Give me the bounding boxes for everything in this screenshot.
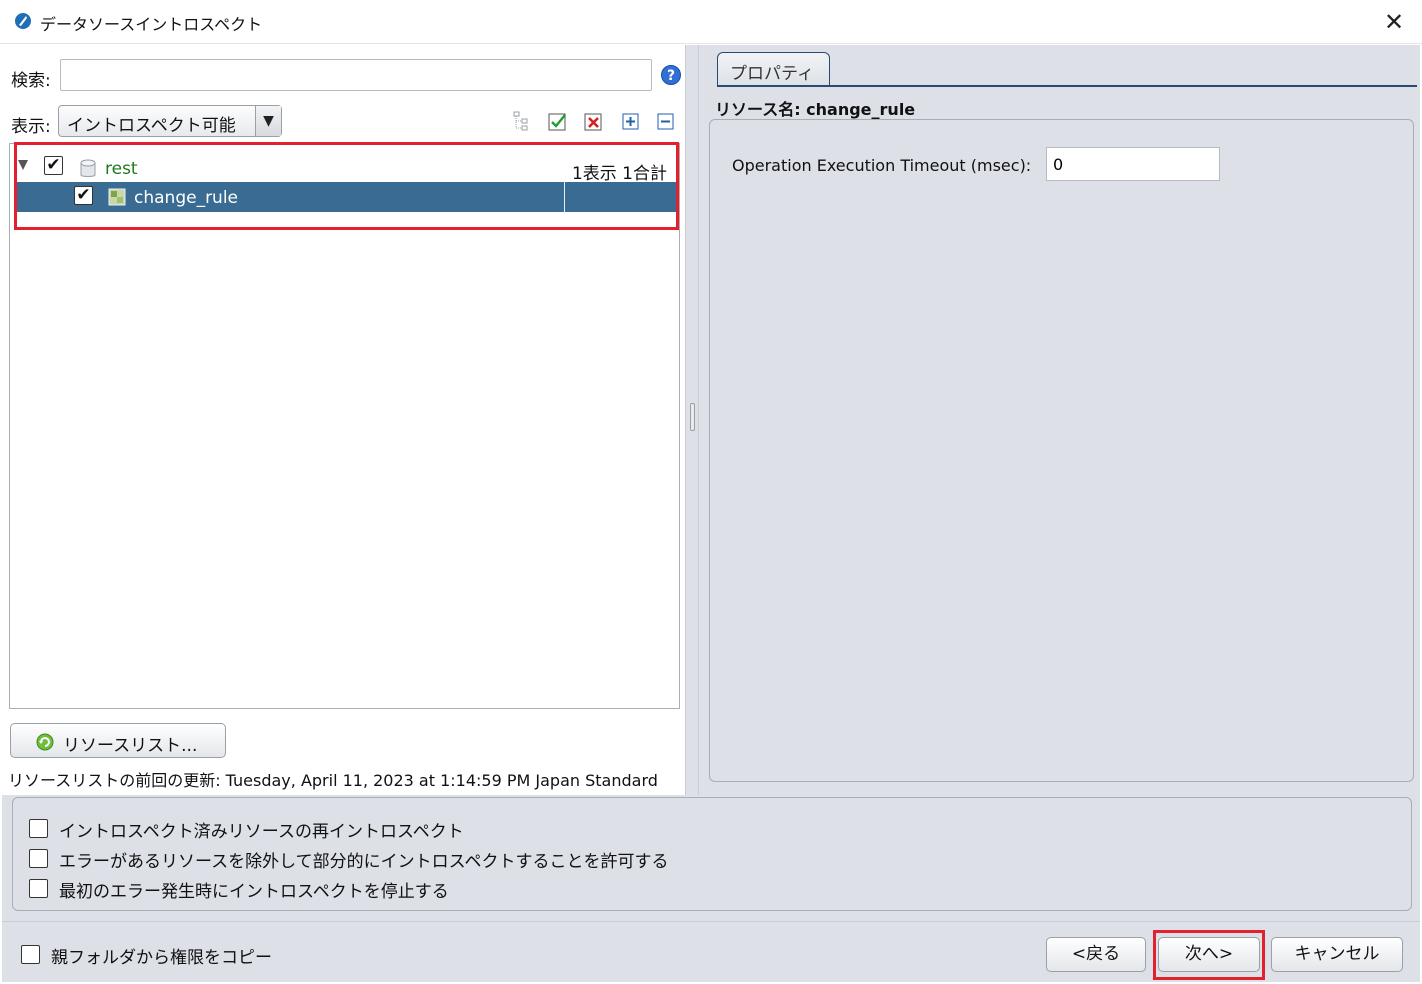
column-divider bbox=[564, 182, 565, 212]
display-filter-value: イントロスペクト可能 bbox=[67, 116, 236, 136]
tree-item-label: change_rule bbox=[134, 188, 239, 208]
partial-introspect-checkbox[interactable] bbox=[29, 849, 48, 868]
cancel-button[interactable]: キャンセル bbox=[1271, 937, 1403, 972]
tree-item-label: rest bbox=[105, 159, 138, 179]
expand-arrow-icon[interactable] bbox=[18, 160, 28, 170]
stop-on-error-checkbox[interactable] bbox=[29, 879, 48, 898]
option-label: エラーがあるリソースを除外して部分的にイントロスペクトすることを許可する bbox=[59, 852, 669, 872]
tree-row-rest[interactable]: ✔ rest 1表示 1合計 bbox=[10, 152, 679, 184]
display-filter-select[interactable]: イントロスペクト可能 ▼ bbox=[58, 105, 282, 137]
option-label: イントロスペクト済みリソースの再イントロスペクト bbox=[59, 822, 464, 842]
search-input[interactable] bbox=[60, 59, 652, 91]
display-label: 表示: bbox=[11, 117, 51, 137]
copy-permissions-checkbox[interactable] bbox=[21, 945, 40, 964]
tree-row-change-rule[interactable]: ✔ change_rule bbox=[16, 182, 678, 212]
uncheck-all-icon[interactable] bbox=[584, 111, 604, 131]
resource-tree: ✔ rest 1表示 1合計 ✔ change_rule bbox=[9, 143, 680, 709]
resource-name-heading: リソース名: change_rule bbox=[715, 100, 916, 119]
splitter-handle[interactable] bbox=[690, 403, 695, 431]
options-panel: イントロスペクト済みリソースの再イントロスペクト エラーがあるリソースを除外して… bbox=[12, 797, 1412, 911]
option-label: 最初のエラー発生時にイントロスペクトを停止する bbox=[59, 882, 449, 902]
check-all-icon[interactable] bbox=[548, 111, 568, 131]
right-pane: プロパティ リソース名: change_rule Operation Execu… bbox=[699, 45, 1420, 795]
last-update-text: リソースリストの前回の更新: Tuesday, April 11, 2023 a… bbox=[8, 771, 658, 790]
refresh-icon bbox=[36, 733, 54, 751]
dialog-body: 検索: ? 表示: イントロスペクト可能 ▼ ✔ rest 1表示 1合計 ✔ … bbox=[2, 45, 1420, 982]
reintrospect-checkbox[interactable] bbox=[29, 819, 48, 838]
table-icon bbox=[108, 188, 126, 206]
database-icon bbox=[80, 159, 96, 177]
timeout-input[interactable] bbox=[1046, 147, 1220, 181]
expand-all-icon[interactable] bbox=[621, 111, 641, 131]
title-bar: データソースイントロスペクト ✕ bbox=[0, 0, 1422, 44]
tab-underline bbox=[717, 85, 1417, 87]
item-count: 1表示 1合計 bbox=[571, 164, 667, 184]
rest-checkbox[interactable]: ✔ bbox=[44, 156, 63, 175]
collapse-all-icon[interactable] bbox=[656, 111, 676, 131]
properties-panel: Operation Execution Timeout (msec): bbox=[709, 119, 1414, 782]
resource-list-button[interactable]: リソースリスト... bbox=[10, 723, 226, 758]
footer-divider bbox=[2, 921, 1420, 922]
help-icon[interactable]: ? bbox=[661, 65, 681, 85]
app-icon bbox=[15, 13, 31, 29]
copy-permissions-label: 親フォルダから権限をコピー bbox=[51, 948, 272, 968]
close-button[interactable]: ✕ bbox=[1376, 6, 1412, 38]
timeout-label: Operation Execution Timeout (msec): bbox=[732, 156, 1032, 175]
tab-label: プロパティ bbox=[730, 64, 814, 84]
chevron-down-icon[interactable]: ▼ bbox=[255, 106, 281, 136]
change-rule-checkbox[interactable]: ✔ bbox=[74, 186, 93, 205]
search-label: 検索: bbox=[11, 71, 51, 91]
tree-structure-icon[interactable] bbox=[511, 111, 531, 131]
pane-splitter[interactable] bbox=[685, 45, 699, 795]
resource-list-label: リソースリスト... bbox=[63, 736, 198, 756]
left-pane: 検索: ? 表示: イントロスペクト可能 ▼ ✔ rest 1表示 1合計 ✔ … bbox=[2, 45, 685, 795]
back-button[interactable]: <戻る bbox=[1046, 937, 1146, 972]
tab-properties[interactable]: プロパティ bbox=[717, 52, 830, 86]
window-title: データソースイントロスペクト bbox=[40, 15, 263, 34]
next-button[interactable]: 次へ> bbox=[1158, 937, 1260, 972]
